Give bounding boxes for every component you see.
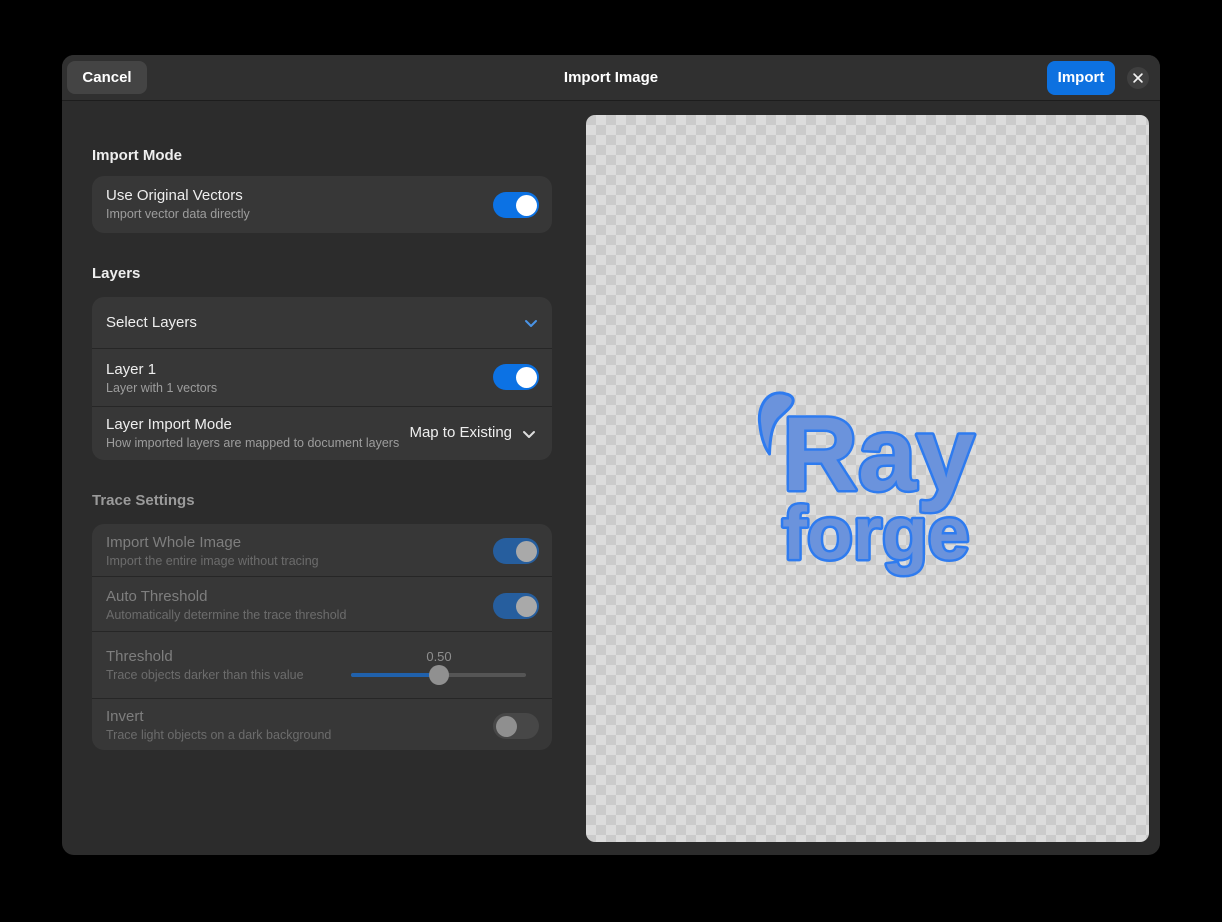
svg-text:forge: forge <box>782 491 970 575</box>
